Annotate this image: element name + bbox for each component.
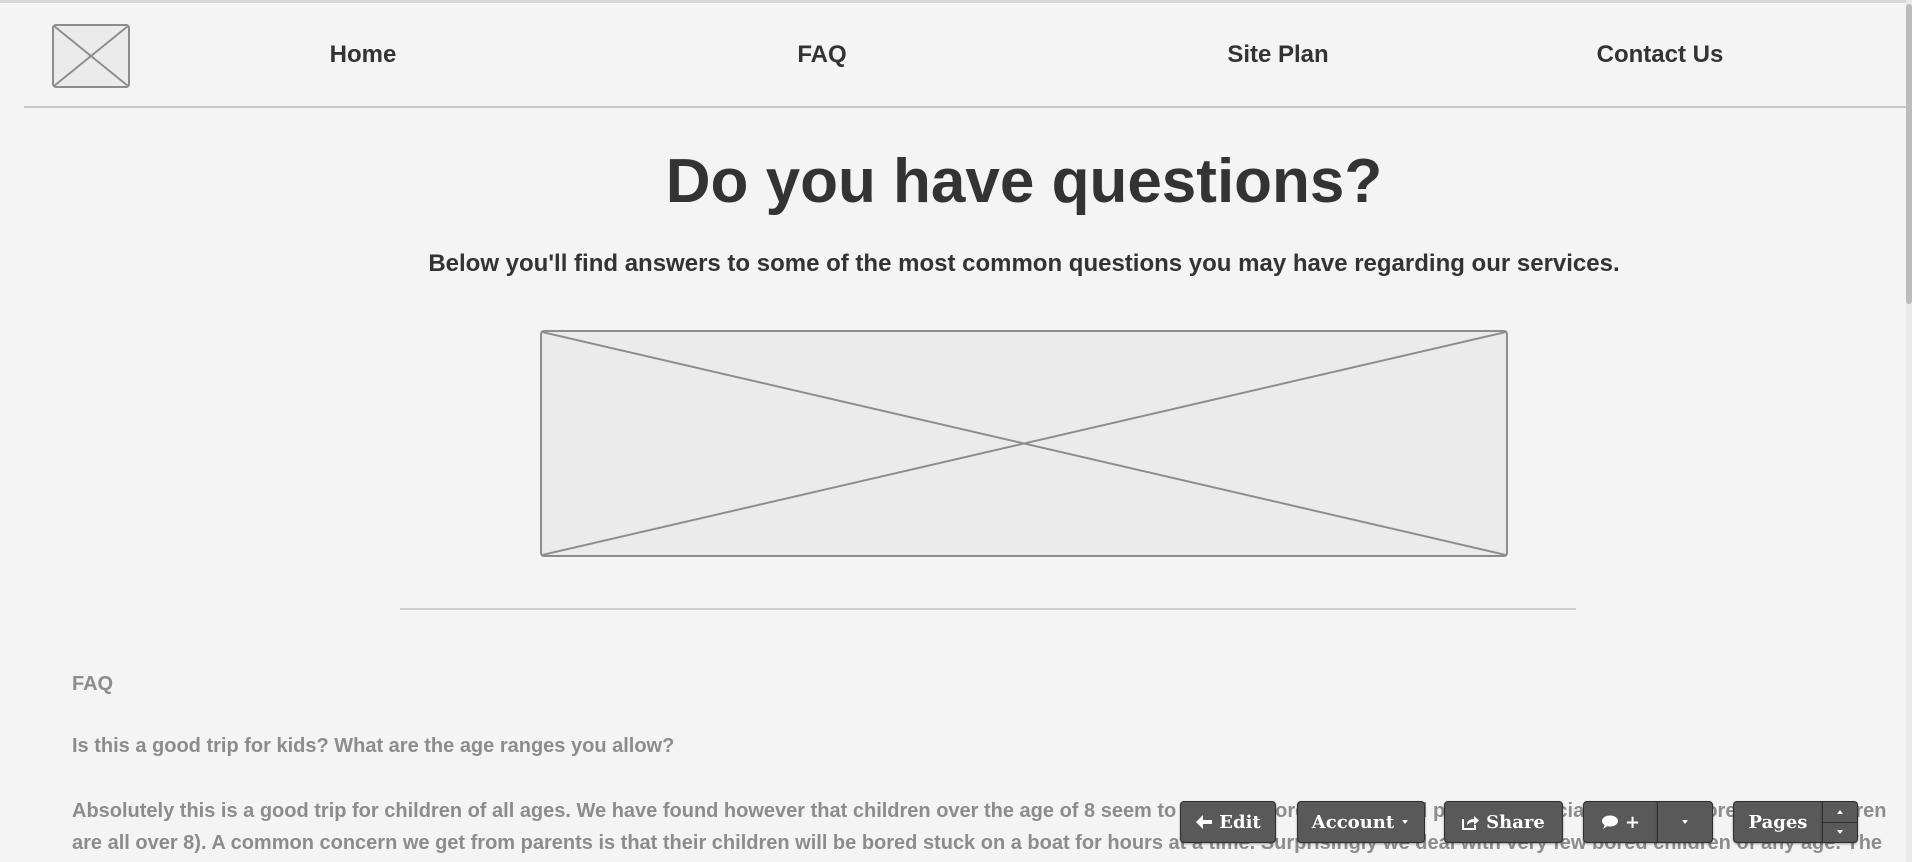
faq-heading: FAQ — [72, 673, 114, 695]
share-button-label: Share — [1486, 811, 1545, 833]
nav-site-plan-link[interactable]: Site Plan — [1202, 38, 1354, 72]
hero-image-placeholder — [540, 330, 1508, 557]
speech-bubble-icon — [1601, 815, 1618, 829]
arrow-left-icon — [1196, 815, 1213, 829]
top-edge — [0, 0, 1912, 3]
pages-button[interactable]: Pages — [1733, 801, 1823, 843]
content-divider — [400, 608, 1576, 610]
comment-menu-button[interactable] — [1657, 801, 1713, 843]
vertical-scrollbar[interactable] — [1906, 0, 1912, 862]
page-down-button[interactable] — [1823, 822, 1857, 842]
nav-contact-link[interactable]: Contact Us — [1560, 38, 1760, 72]
caret-up-icon — [1837, 810, 1843, 814]
faq-page: Home FAQ Site Plan Contact Us Do you hav… — [0, 0, 1912, 862]
nav-faq-link[interactable]: FAQ — [762, 38, 882, 72]
add-comment-plus-label: + — [1624, 811, 1641, 833]
image-placeholder-icon — [54, 26, 128, 86]
account-button-label: Account — [1311, 811, 1395, 833]
page-subtitle: Below you'll find answers to some of the… — [428, 250, 1620, 277]
edit-button-label: Edit — [1219, 811, 1261, 833]
caret-down-icon — [1402, 820, 1409, 824]
share-icon — [1462, 816, 1480, 830]
pages-button-label: Pages — [1748, 811, 1808, 833]
edit-button[interactable]: Edit — [1180, 801, 1276, 843]
share-button[interactable]: Share — [1444, 801, 1563, 843]
add-comment-button[interactable]: + — [1583, 801, 1658, 843]
page-up-button[interactable] — [1823, 802, 1857, 823]
image-placeholder-icon — [542, 332, 1506, 555]
account-button[interactable]: Account — [1297, 801, 1425, 843]
logo-placeholder-icon[interactable] — [52, 24, 130, 88]
caret-down-icon — [1682, 820, 1688, 824]
caret-down-icon — [1837, 830, 1843, 834]
header-divider — [24, 106, 1912, 108]
faq-question: Is this a good trip for kids? What are t… — [72, 735, 675, 757]
nav-home-link[interactable]: Home — [296, 38, 430, 72]
scrollbar-thumb[interactable] — [1906, 4, 1912, 304]
page-title: Do you have questions? — [665, 147, 1383, 216]
pages-stepper[interactable] — [1822, 801, 1858, 843]
